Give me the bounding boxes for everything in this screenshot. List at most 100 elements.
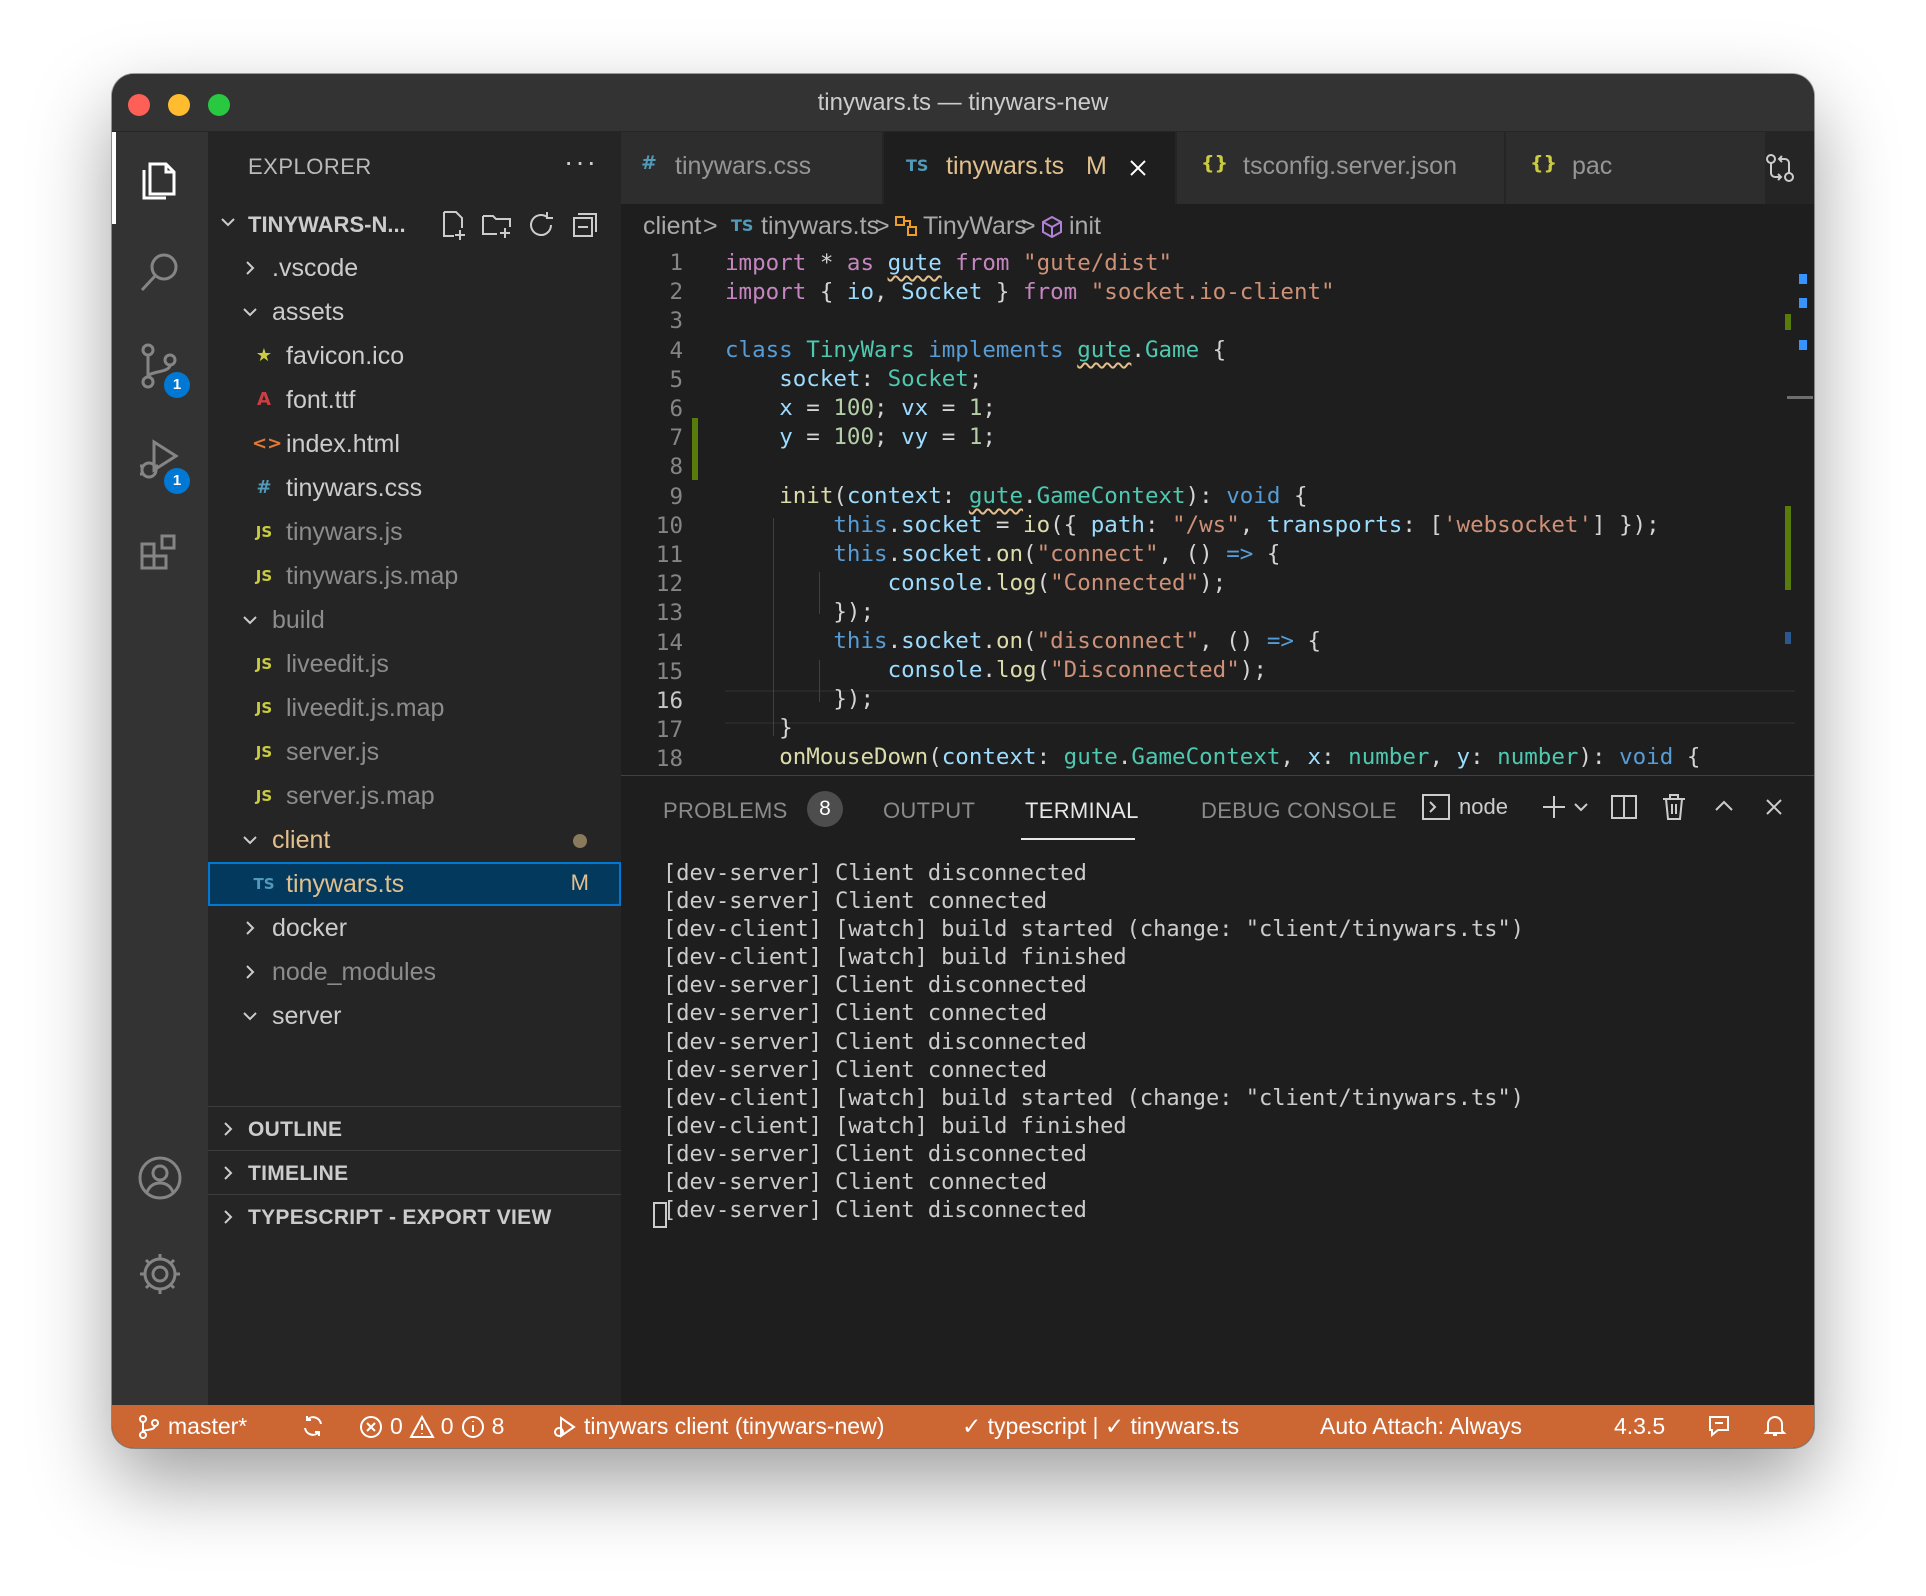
tree-folder[interactable]: assets	[208, 290, 621, 334]
breadcrumb-method[interactable]: init	[1069, 212, 1101, 241]
tree-file[interactable]: JS tinywars.js	[208, 510, 621, 554]
activity-explorer[interactable]	[112, 132, 208, 224]
outline-section[interactable]: OUTLINE	[208, 1106, 621, 1150]
tree-file[interactable]: # tinywars.css	[208, 466, 621, 510]
line-number: 3	[669, 308, 683, 335]
tree-file[interactable]: JS tinywars.js.map	[208, 554, 621, 598]
tree-file[interactable]: TS tinywars.ts M	[208, 862, 621, 906]
tab-tsconfig-server-json[interactable]: {} tsconfig.server.json	[1177, 132, 1505, 204]
tree-file[interactable]: ★ favicon.ico	[208, 334, 621, 378]
status-ts-version[interactable]: 4.3.5	[1614, 1413, 1665, 1440]
breadcrumb-folder[interactable]: client	[643, 212, 701, 241]
tree-folder[interactable]: server	[208, 994, 621, 1026]
class-symbol-icon	[895, 216, 917, 236]
tree-file[interactable]: JS server.js	[208, 730, 621, 774]
tree-folder[interactable]: client	[208, 818, 621, 862]
tree-folder[interactable]: build	[208, 598, 621, 642]
code-line: init(context: gute.GameContext): void {	[779, 483, 1308, 509]
code-line: import * as gute from "gute/dist"	[725, 250, 1173, 276]
tree-item-label: tinywars.ts	[286, 870, 405, 898]
typescript-export-view-section[interactable]: TYPESCRIPT - EXPORT VIEW	[208, 1194, 621, 1238]
split-editor-icon[interactable]	[1811, 151, 1814, 185]
status-notifications[interactable]	[1762, 1413, 1788, 1439]
ts-file-icon: TS	[731, 216, 754, 235]
activity-extensions[interactable]	[112, 508, 208, 600]
tab-problems[interactable]: PROBLEMS	[663, 798, 788, 824]
chevron-right-icon	[224, 1210, 233, 1224]
breadcrumb-class[interactable]: TinyWars	[923, 212, 1027, 241]
tree-file[interactable]: JS liveedit.js	[208, 642, 621, 686]
overview-ruler-mark	[1785, 632, 1791, 644]
line-number: 10	[655, 512, 683, 539]
tree-item-label: liveedit.js	[286, 650, 389, 678]
tab-label: tinywars.css	[675, 152, 812, 180]
status-branch[interactable]: master*	[136, 1413, 247, 1440]
tab-terminal[interactable]: TERMINAL	[1025, 798, 1139, 824]
plus-icon[interactable]	[1539, 790, 1569, 824]
explorer-title: EXPLORER	[248, 154, 372, 179]
close-icon[interactable]	[1757, 790, 1791, 824]
tab-tinywars-css[interactable]: # tinywars.css	[621, 132, 883, 204]
terminal-line: [dev-server] Client connected	[663, 1001, 1048, 1027]
activity-manage[interactable]	[112, 1228, 208, 1320]
new-file-icon[interactable]	[436, 208, 470, 242]
chevron-up-icon[interactable]	[1707, 790, 1741, 824]
tree-item-label: node_modules	[272, 958, 437, 986]
activity-search[interactable]	[112, 226, 208, 318]
tree-item-label: tinywars.css	[286, 474, 423, 502]
tree-folder[interactable]: node_modules	[208, 950, 621, 994]
activity-accounts[interactable]	[112, 1132, 208, 1224]
trash-icon[interactable]	[1657, 790, 1691, 824]
outline-label: OUTLINE	[248, 1118, 343, 1141]
css-file-icon: #	[256, 477, 272, 498]
breadcrumb-file[interactable]: tinywars.ts	[761, 212, 879, 241]
chevron-down-icon	[243, 308, 257, 317]
terminal-output[interactable]: [dev-server] Client disconnected [dev-ser…	[663, 860, 1803, 1225]
split-terminal-icon[interactable]	[1607, 790, 1641, 824]
chevron-right-icon	[224, 1122, 233, 1136]
compare-changes-icon[interactable]	[1763, 151, 1797, 185]
tab-output[interactable]: OUTPUT	[883, 798, 975, 824]
activity-source-control[interactable]: 1	[112, 320, 208, 412]
timeline-section[interactable]: TIMELINE	[208, 1150, 621, 1194]
code-editor[interactable]: 12345678910111213141516171819 import * a…	[621, 248, 1814, 775]
source-control-badge: 1	[164, 372, 190, 398]
editor-tabs: # tinywars.css TS tinywars.ts M {} tscon…	[621, 132, 1814, 204]
tree-folder[interactable]: .vscode	[208, 246, 621, 290]
status-debug-target[interactable]: tinywars client (tinywars-new)	[552, 1413, 884, 1440]
tree-item-label: index.html	[286, 430, 400, 458]
terminal-selector[interactable]: node	[1419, 790, 1508, 824]
status-auto-attach[interactable]: Auto Attach: Always	[1320, 1413, 1522, 1440]
close-icon[interactable]	[1127, 157, 1149, 179]
tab-package-json[interactable]: {} pac	[1506, 132, 1766, 204]
tab-tinywars-ts[interactable]: TS tinywars.ts M	[884, 132, 1176, 204]
tree-file[interactable]: JS server.js.map	[208, 774, 621, 818]
status-sync[interactable]	[300, 1413, 326, 1439]
tree-folder[interactable]: docker	[208, 906, 621, 950]
chevron-down-icon[interactable]	[1571, 790, 1591, 824]
overview-ruler-mark	[1799, 298, 1807, 308]
status-typescript[interactable]: ✓ typescript | ✓ tinywars.ts	[962, 1413, 1239, 1440]
project-header[interactable]: TINYWARS-N...	[208, 202, 621, 246]
tree-file[interactable]: Afont.ttf	[208, 378, 621, 422]
status-feedback[interactable]	[1706, 1413, 1732, 1439]
typescript-status-label: ✓ typescript | ✓ tinywars.ts	[962, 1413, 1240, 1439]
window-title: tinywars.ts — tinywars-new	[817, 89, 1109, 116]
collapse-all-icon[interactable]	[568, 208, 602, 242]
new-folder-icon[interactable]	[480, 208, 514, 242]
activity-run-debug[interactable]: 1	[112, 414, 208, 506]
terminal-line: [dev-server] Client connected	[663, 889, 1048, 915]
tree-item-label: docker	[272, 914, 348, 942]
line-number: 2	[669, 279, 683, 306]
tree-file[interactable]: <> index.html	[208, 422, 621, 466]
status-bar: master* 0 0 8 tinywars client (tinywars-…	[112, 1405, 1814, 1448]
line-number: 17	[655, 717, 683, 744]
refresh-icon[interactable]	[524, 208, 558, 242]
gear-icon	[140, 1254, 180, 1294]
line-number: 8	[669, 454, 683, 481]
explorer-more-button[interactable]: ···	[564, 146, 598, 178]
tab-debug-console[interactable]: DEBUG CONSOLE	[1201, 798, 1397, 824]
status-problems[interactable]: 0 0 8	[358, 1413, 504, 1440]
tree-file[interactable]: JS liveedit.js.map	[208, 686, 621, 730]
code-line: import { io, Socket } from "socket.io-cl…	[725, 279, 1335, 305]
